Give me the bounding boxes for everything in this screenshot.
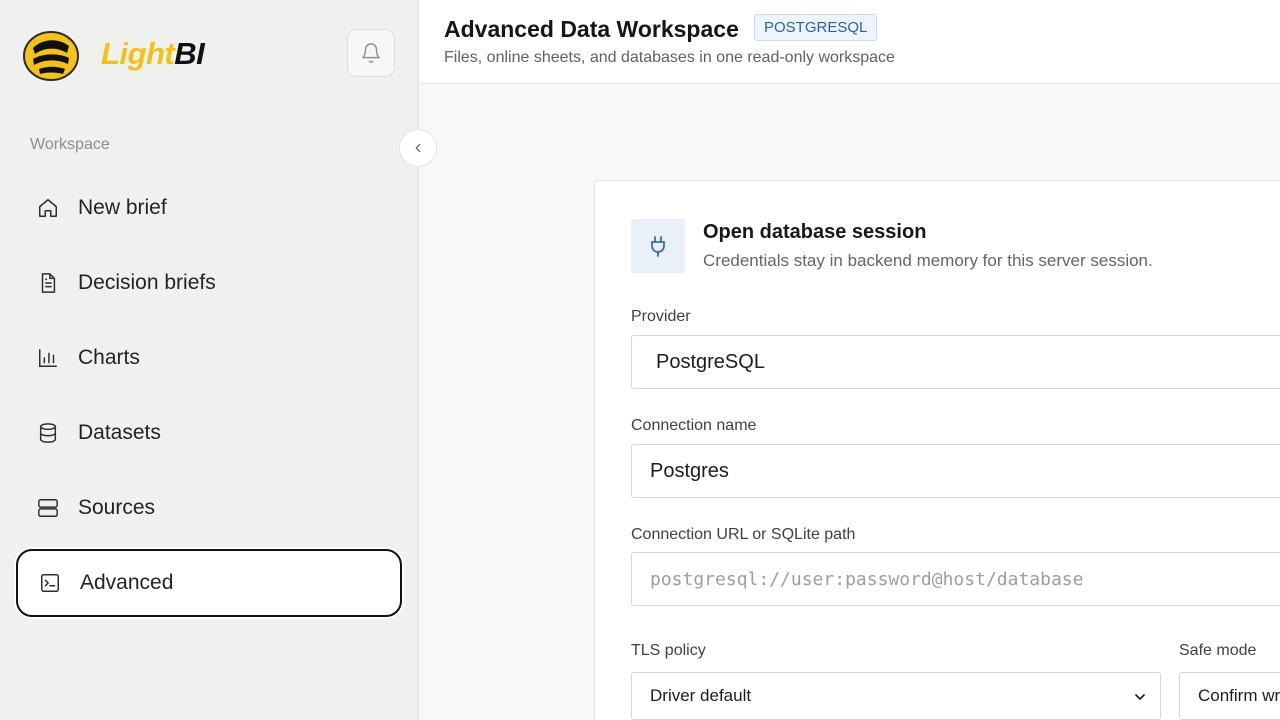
sidebar-item-advanced[interactable]: Advanced (16, 549, 402, 617)
provider-value: PostgreSQL (656, 350, 765, 373)
bell-icon (362, 43, 380, 63)
plug-icon-box (631, 219, 685, 273)
notifications-button[interactable] (347, 29, 395, 77)
safe-mode-label: Safe mode (1179, 642, 1257, 659)
connection-name-label: Connection name (631, 417, 757, 434)
sidebar-item-label: Sources (78, 496, 156, 519)
chevron-left-icon (415, 143, 421, 153)
bar-chart-icon (36, 346, 60, 370)
terminal-icon (38, 571, 62, 595)
sidebar-item-label: Advanced (80, 571, 174, 594)
tls-policy-value: Driver default (650, 686, 752, 705)
sidebar-item-label: Charts (78, 346, 140, 369)
sidebar-item-label: Datasets (78, 421, 161, 444)
provider-badge: POSTGRESQL (754, 14, 878, 41)
session-card-subtitle: Credentials stay in backend memory for t… (703, 251, 1153, 270)
page-subtitle: Files, online sheets, and databases in o… (444, 49, 895, 66)
page-header: Advanced Data Workspace POSTGRESQL Files… (420, 0, 1280, 84)
chevron-down-icon (1135, 694, 1145, 700)
sidebar-item-label: New brief (78, 196, 167, 219)
home-icon (36, 196, 60, 220)
session-card-title: Open database session (703, 221, 927, 243)
database-session-card: Open database session Credentials stay i… (594, 180, 1280, 720)
connection-url-label: Connection URL or SQLite path (631, 526, 856, 543)
safe-mode-value: Confirm writes (1198, 686, 1280, 705)
connection-name-value: Postgres (650, 459, 729, 482)
connection-name-input[interactable]: Postgres (631, 444, 1280, 498)
safe-mode-select[interactable]: Confirm writes (1179, 672, 1280, 720)
document-icon (36, 271, 60, 295)
connection-url-placeholder: postgresql://user:password@host/database (650, 568, 1084, 590)
sidebar-item-datasets[interactable]: Datasets (16, 399, 402, 467)
sidebar-item-sources[interactable]: Sources (16, 474, 402, 542)
provider-label: Provider (631, 308, 691, 325)
tls-policy-select[interactable]: Driver default (631, 672, 1161, 720)
sidebar-section-label: Workspace (30, 136, 110, 153)
sidebar-item-decision-briefs[interactable]: Decision briefs (16, 249, 402, 317)
provider-select[interactable]: PostgreSQL (631, 335, 1280, 389)
plug-icon (651, 236, 665, 257)
logo-icon (23, 31, 79, 81)
page-title: Advanced Data Workspace (444, 16, 739, 42)
tls-policy-label: TLS policy (631, 642, 706, 659)
brand-name: LightBI (101, 36, 205, 71)
connection-url-input[interactable]: postgresql://user:password@host/database (631, 552, 1280, 606)
sidebar-item-new-brief[interactable]: New brief (16, 174, 402, 242)
sidebar-item-label: Decision briefs (78, 271, 216, 294)
server-icon (36, 496, 60, 520)
database-icon (36, 421, 60, 445)
collapse-sidebar-button[interactable] (399, 129, 437, 167)
brand-logo[interactable]: LightBI (23, 26, 205, 82)
sidebar: LightBI Workspace New brief Decision bri… (0, 0, 419, 720)
sidebar-item-charts[interactable]: Charts (16, 324, 402, 392)
